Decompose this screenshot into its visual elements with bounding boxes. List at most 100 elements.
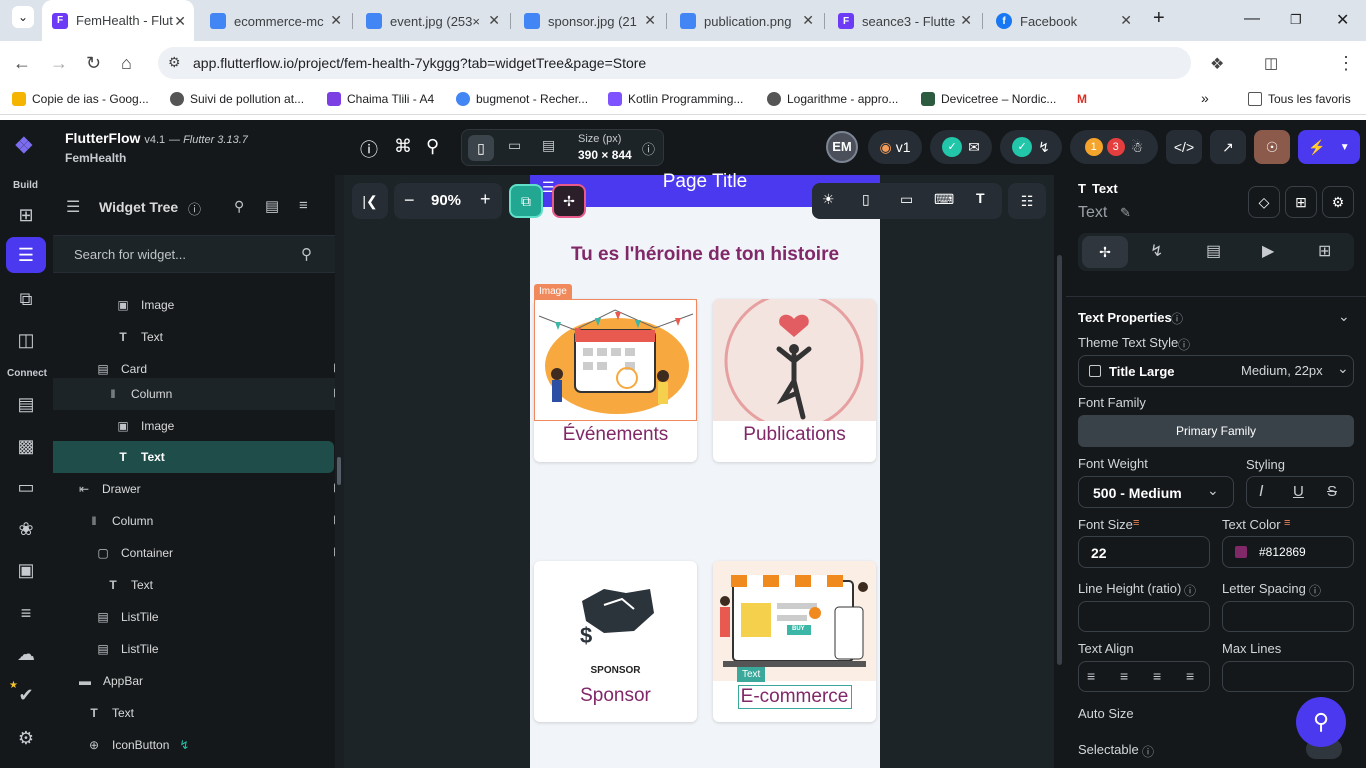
database-icon[interactable]: ▤	[14, 392, 38, 416]
publication-image[interactable]	[713, 299, 876, 421]
underline-icon[interactable]: U	[1293, 483, 1304, 500]
tree-row[interactable]: ▤ ListTile	[95, 601, 158, 633]
cloud-functions-icon[interactable]: ☁	[14, 642, 38, 666]
info-icon[interactable]: ⓘ	[1184, 582, 1196, 599]
tree-row[interactable]: ⊕ IconButton ↯	[86, 729, 189, 761]
font-weight-select[interactable]: 500 - Medium ⌄	[1078, 476, 1234, 508]
tab-animations-icon[interactable]: ▶	[1262, 241, 1274, 261]
open-external-button[interactable]: ↗	[1210, 130, 1246, 164]
tree-row-selected[interactable]: T Text	[115, 441, 164, 473]
tab-generate-icon[interactable]: ⊞	[1318, 241, 1331, 261]
copy-widget-button[interactable]: ⧉	[509, 184, 543, 218]
pages-icon[interactable]: ⧉	[14, 287, 38, 311]
tree-row[interactable]: T Text	[105, 569, 153, 601]
forward-icon[interactable]: →	[50, 53, 68, 74]
collapse-panel-button[interactable]: |❮	[352, 183, 388, 219]
tab-sponsor[interactable]: sponsor.jpg (21 ✕	[514, 8, 664, 34]
italic-icon[interactable]: I	[1259, 483, 1263, 501]
tab-seance3[interactable]: F seance3 - Flutte ✕	[828, 8, 980, 34]
text-color-picker[interactable]: #812869	[1222, 536, 1354, 568]
tab-ecommerce[interactable]: ecommerce-mc ✕	[200, 8, 350, 34]
align-justify-icon[interactable]: ≡	[1186, 668, 1194, 684]
minimize-button[interactable]: —	[1244, 10, 1260, 28]
extensions-icon[interactable]: ❖	[1210, 54, 1224, 74]
site-info-icon[interactable]: ⚙	[168, 54, 181, 71]
edit-icon[interactable]: ✎	[1120, 205, 1131, 221]
event-image[interactable]	[534, 299, 697, 421]
close-window-button[interactable]: ✕	[1336, 10, 1349, 30]
card-publications[interactable]: Publications	[713, 299, 876, 462]
avatar[interactable]: EM	[826, 131, 858, 163]
bookmark-item[interactable]: Devicetree – Nordic...	[921, 92, 1056, 106]
variable-icon[interactable]: ≡	[1284, 517, 1290, 529]
mobile-device-icon[interactable]: ▯	[468, 135, 494, 161]
desktop-device-icon[interactable]: ▤	[542, 137, 555, 154]
tree-row[interactable]: ▣ Image	[115, 289, 174, 321]
tab-femhealth[interactable]: F FemHealth - Flut ✕	[42, 0, 194, 41]
api-calls-icon[interactable]: ▩	[14, 434, 38, 458]
tree-row[interactable]: ‖ Column	[86, 505, 154, 537]
all-bookmarks-folder[interactable]: Tous les favoris	[1248, 92, 1351, 106]
info-icon[interactable]: ⓘ	[1171, 310, 1183, 327]
align-left-icon[interactable]: ≡	[1087, 668, 1095, 684]
tool-button[interactable]: ✢	[552, 184, 586, 218]
info-icon[interactable]: ⓘ	[188, 199, 201, 218]
card-label-selected[interactable]: E-commerce	[713, 686, 876, 708]
search-icon[interactable]: ⚲	[426, 136, 439, 157]
app-state-icon[interactable]: ▭	[14, 475, 38, 499]
chevron-down-icon[interactable]: ⌄	[1338, 308, 1350, 325]
card-evenements[interactable]: Image Événements	[534, 284, 697, 462]
new-tab-button[interactable]: +	[1153, 7, 1165, 30]
ecommerce-image[interactable]: BUY	[713, 561, 876, 681]
omnibox[interactable]: ⚙ app.flutterflow.io/project/fem-health-…	[158, 47, 1191, 79]
version-button[interactable]: ◉ v1	[868, 130, 922, 164]
bookmark-item[interactable]: Copie de ias - Goog...	[12, 92, 149, 106]
components-icon[interactable]: ◫	[14, 328, 38, 352]
preview-button[interactable]: ☉	[1254, 130, 1290, 164]
check-comments-group[interactable]: ✓ ✉	[930, 130, 992, 164]
code-button[interactable]: </>	[1166, 130, 1202, 164]
checkbox-icon[interactable]	[1089, 365, 1101, 377]
font-family-button[interactable]: Primary Family	[1078, 415, 1354, 447]
theme-style-select[interactable]: Title Large Medium, 22px ⌄	[1078, 355, 1354, 387]
settings-icon[interactable]: ⚙	[14, 726, 38, 750]
line-height-input[interactable]	[1078, 601, 1210, 632]
brightness-icon[interactable]: ☀	[822, 191, 835, 208]
font-size-input[interactable]: 22	[1078, 536, 1210, 568]
info-icon[interactable]: ⓘ	[1142, 743, 1154, 760]
add-widget-icon[interactable]: ⊞	[14, 203, 38, 227]
keyboard-icon[interactable]: ⌨	[934, 191, 954, 208]
size-info-icon[interactable]: ⓘ	[642, 139, 655, 158]
close-tab-icon[interactable]: ✕	[1120, 12, 1132, 29]
close-tab-icon[interactable]: ✕	[488, 12, 500, 29]
widget-tree-icon[interactable]: ☰	[6, 237, 46, 273]
card-sponsor[interactable]: $ SPONSOR Sponsor	[534, 561, 697, 722]
tree-row[interactable]: ▢ Container	[95, 537, 173, 569]
variable-icon[interactable]: ≡	[1133, 517, 1139, 529]
home-icon[interactable]: ⌂	[121, 53, 132, 74]
close-tab-icon[interactable]: ✕	[174, 13, 186, 30]
info-icon[interactable]: ⓘ	[1178, 336, 1190, 353]
align-center-icon[interactable]: ≡	[1120, 668, 1128, 684]
tab-search-button[interactable]: ⌄	[12, 6, 34, 28]
zoom-out-icon[interactable]: −	[404, 190, 415, 211]
wrap-widget-button[interactable]: ⚙	[1322, 186, 1354, 218]
add-widget-button[interactable]: ⊞	[1285, 186, 1317, 218]
tab-actions-icon[interactable]: ↯	[1150, 241, 1163, 261]
menu-kebab-icon[interactable]: ⋮	[1337, 53, 1355, 74]
check-flash-group[interactable]: ✓ ↯	[1000, 130, 1062, 164]
help-icon[interactable]: ⓘ	[360, 136, 378, 162]
tree-scrollbar-thumb[interactable]	[337, 457, 341, 485]
sponsor-image[interactable]: $ SPONSOR	[534, 561, 697, 683]
search-icon[interactable]: ⚲	[301, 245, 312, 263]
tab-backend-icon[interactable]: ▤	[1206, 241, 1221, 261]
tree-row[interactable]: ▤ ListTile	[95, 633, 158, 665]
widget-name[interactable]: Text	[1078, 204, 1107, 222]
issues-button[interactable]: 1 3 ☃	[1070, 130, 1158, 164]
align-right-icon[interactable]: ≡	[1153, 668, 1161, 684]
gmail-bookmark-icon[interactable]: M	[1077, 92, 1087, 106]
media-assets-icon[interactable]: ▣	[14, 558, 38, 582]
info-icon[interactable]: ⓘ	[1309, 582, 1321, 599]
tree-view-button[interactable]: ☷	[1008, 183, 1046, 219]
tablet-device-icon[interactable]: ▭	[508, 137, 521, 154]
